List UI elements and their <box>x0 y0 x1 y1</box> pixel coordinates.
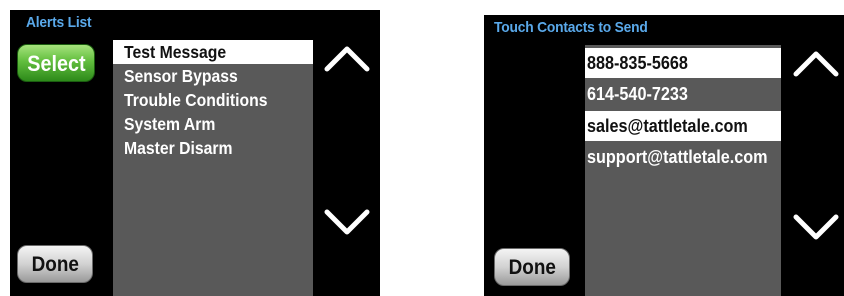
list-item-master-disarm[interactable]: Master Disarm <box>113 136 313 160</box>
select-button-label: Select <box>26 51 86 76</box>
contact-item-phone-2[interactable]: 614-540-7233 <box>585 79 781 109</box>
list-item-label: Master Disarm <box>124 138 233 158</box>
contacts-screen: Touch Contacts to Send 888-835-5668 614-… <box>484 15 844 296</box>
list-item-trouble-conditions[interactable]: Trouble Conditions <box>113 88 313 112</box>
chevron-down-icon <box>793 214 839 240</box>
contact-item-label: 614-540-7233 <box>587 84 688 104</box>
scroll-up-button[interactable] <box>322 43 372 73</box>
alerts-list-screen: Alerts List Select Test Message Sensor B… <box>10 10 380 296</box>
done-button[interactable]: Done <box>17 245 93 283</box>
done-button-label: Done <box>31 253 79 276</box>
chevron-up-icon <box>793 51 839 77</box>
screen-title: Touch Contacts to Send <box>494 19 648 36</box>
contacts-list: 888-835-5668 614-540-7233 sales@tattleta… <box>585 45 781 296</box>
contact-item-label: sales@tattletale.com <box>587 116 748 136</box>
contact-item-label: 888-835-5668 <box>587 53 688 73</box>
list-item-sensor-bypass[interactable]: Sensor Bypass <box>113 64 313 88</box>
list-item-system-arm[interactable]: System Arm <box>113 112 313 136</box>
contact-item-label: support@tattletale.com <box>587 147 768 167</box>
select-button[interactable]: Select <box>17 44 95 82</box>
screen-title: Alerts List <box>26 14 92 31</box>
list-item-label: Test Message <box>124 42 227 62</box>
list-item-test-message[interactable]: Test Message <box>113 40 313 64</box>
chevron-up-icon <box>324 46 370 72</box>
contact-item-phone-1[interactable]: 888-835-5668 <box>585 48 781 78</box>
contact-item-sales-email[interactable]: sales@tattletale.com <box>585 111 781 141</box>
chevron-down-icon <box>324 209 370 235</box>
contact-item-support-email[interactable]: support@tattletale.com <box>585 142 781 172</box>
scroll-down-button[interactable] <box>791 213 841 243</box>
done-button[interactable]: Done <box>494 248 570 286</box>
scroll-up-button[interactable] <box>791 48 841 78</box>
alerts-list: Test Message Sensor Bypass Trouble Condi… <box>113 40 313 296</box>
list-item-label: System Arm <box>124 114 216 134</box>
done-button-label: Done <box>508 256 556 279</box>
list-item-label: Sensor Bypass <box>124 66 238 86</box>
scroll-down-button[interactable] <box>322 208 372 238</box>
list-item-label: Trouble Conditions <box>124 90 268 110</box>
